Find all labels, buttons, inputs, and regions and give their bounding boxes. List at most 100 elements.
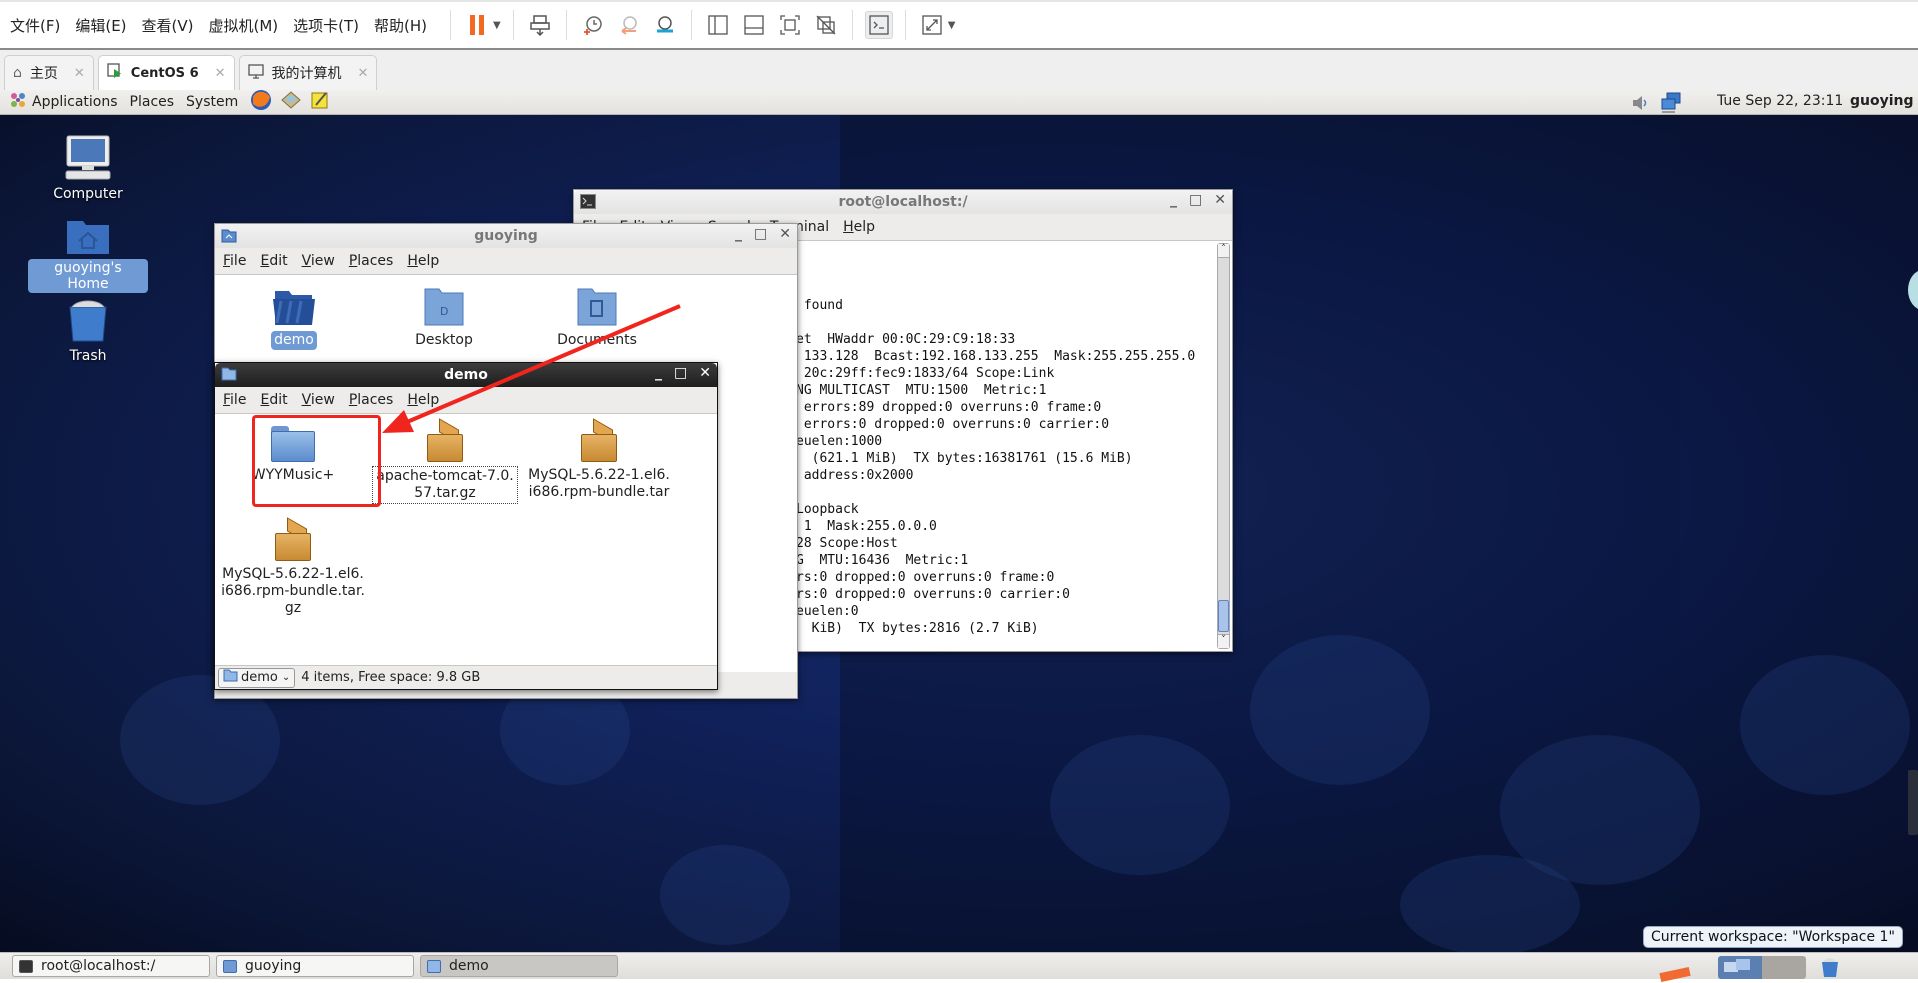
menu-tabs[interactable]: 选项卡(T) [293, 15, 359, 36]
file-item-documents[interactable]: Documents [522, 287, 672, 350]
terminal-line: (621.1 MiB) TX bytes:16381761 (15.6 MiB) [796, 451, 1133, 466]
minimize-icon[interactable]: _ [655, 365, 662, 381]
notes-icon[interactable] [310, 90, 330, 114]
archive-icon [275, 517, 311, 561]
taskbar-item-terminal[interactable]: root@localhost:/ [12, 955, 210, 977]
location-dropdown[interactable]: demo ⌄ [218, 667, 296, 688]
pause-icon[interactable] [463, 11, 491, 39]
maximize-icon[interactable]: □ [674, 365, 687, 381]
scroll-down-icon[interactable]: ˅ [1218, 634, 1229, 648]
workspace-2-button[interactable] [1762, 956, 1806, 979]
menu-places[interactable]: Places [349, 253, 394, 269]
terminal-titlebar[interactable]: root@localhost:/ _ □ ✕ [574, 190, 1232, 214]
guoying-titlebar[interactable]: guoying _ □ ✕ [215, 224, 797, 248]
file-item-label: MySQL-5.6.22-1.el6. i686.rpm-bundle.tar [528, 467, 670, 500]
tab-home[interactable]: ⌂ 主页 ✕ [4, 55, 94, 90]
tab-my-computer[interactable]: 我的计算机 ✕ [238, 55, 378, 90]
file-item-apache-tomcat[interactable]: apache-tomcat-7.0. 57.tar.gz [370, 418, 520, 504]
vmware-menubar: 文件(F) 编辑(E) 查看(V) 虚拟机(M) 选项卡(T) 帮助(H) ▼ … [0, 0, 1918, 50]
desktop-icon-trash[interactable]: Trash [28, 299, 148, 365]
menu-help[interactable]: 帮助(H) [374, 15, 427, 36]
menu-help[interactable]: Help [843, 219, 875, 235]
menu-edit[interactable]: Edit [260, 253, 287, 269]
menu-view[interactable]: 查看(V) [142, 15, 194, 36]
file-item-mysql-tar-gz[interactable]: MySQL-5.6.22-1.el6. i686.rpm-bundle.tar. g… [218, 517, 368, 618]
taskbar-item-demo[interactable]: demo [420, 955, 618, 977]
computer-icon [28, 135, 148, 185]
thumbnail-layout-icon[interactable] [740, 11, 768, 39]
menu-file[interactable]: 文件(F) [10, 15, 60, 36]
workspace-tooltip: Current workspace: "Workspace 1" [1643, 926, 1903, 948]
clock[interactable]: Tue Sep 22, 23:11 [1717, 93, 1843, 109]
system-menu[interactable]: System [186, 94, 238, 110]
menu-file[interactable]: File [223, 392, 246, 408]
wallpaper-bubble [1050, 735, 1230, 875]
terminal-scrollbar[interactable]: ˄ ˅ [1217, 243, 1230, 649]
menu-help[interactable]: Help [407, 392, 439, 408]
scroll-up-icon[interactable]: ˄ [1218, 244, 1229, 258]
taskbar-item-guoying[interactable]: guoying [216, 955, 414, 977]
window-thumbnail-icon [1724, 959, 1750, 972]
places-menu[interactable]: Places [130, 94, 175, 110]
tab-label: CentOS 6 [130, 65, 199, 81]
terminal-line: rs:0 dropped:0 overruns:0 carrier:0 [796, 587, 1070, 602]
file-item-label: Documents [557, 332, 637, 348]
minimize-icon[interactable]: _ [1170, 192, 1177, 208]
menu-edit[interactable]: Edit [260, 392, 287, 408]
file-item-demo[interactable]: demo [219, 287, 369, 350]
tab-centos6[interactable]: CentOS 6 ✕ [97, 55, 235, 90]
trash-applet-icon[interactable] [1820, 957, 1840, 981]
snapshot-take-icon[interactable] [579, 11, 607, 39]
fullscreen-dropdown-caret-icon[interactable]: ▼ [948, 20, 956, 31]
snapshot-manager-icon[interactable] [651, 11, 679, 39]
mail-icon[interactable] [280, 90, 302, 114]
terminal-output: found et HWaddr 00:0C:29:C9:18:33 133.128… [796, 263, 1195, 637]
menu-file[interactable]: File [223, 253, 246, 269]
maximize-icon[interactable]: □ [754, 226, 767, 242]
close-icon[interactable]: ✕ [1214, 192, 1226, 208]
file-item-mysql-tar[interactable]: MySQL-5.6.22-1.el6. i686.rpm-bundle.tar [524, 418, 674, 502]
toolbar-separator [565, 10, 567, 40]
desktop-icon-home[interactable]: guoying's Home [28, 217, 148, 293]
send-ctrl-alt-del-icon[interactable] [526, 11, 554, 39]
menu-vm[interactable]: 虚拟机(M) [209, 15, 279, 36]
tab-label: 我的计算机 [271, 66, 342, 82]
desktop-icon-computer[interactable]: Computer [28, 135, 148, 203]
console-view-icon[interactable] [864, 11, 893, 39]
folder-icon [427, 959, 441, 973]
snapshot-revert-icon[interactable] [615, 11, 643, 39]
firefox-icon[interactable] [250, 89, 272, 115]
unity-off-icon[interactable] [812, 11, 840, 39]
close-icon[interactable]: ✕ [779, 226, 791, 242]
menu-view[interactable]: View [302, 253, 335, 269]
menu-help[interactable]: Help [407, 253, 439, 269]
user-menu[interactable]: guoying [1850, 93, 1914, 109]
volume-icon[interactable] [1630, 94, 1650, 116]
demo-titlebar[interactable]: demo _ □ ✕ [215, 363, 717, 387]
taskbar-label: guoying [245, 958, 302, 974]
status-text: 4 items, Free space: 9.8 GB [301, 670, 481, 685]
sidebar-layout-icon[interactable] [704, 11, 732, 39]
applications-menu[interactable]: Applications [32, 94, 118, 110]
file-item-desktop[interactable]: D Desktop [369, 287, 519, 350]
pause-dropdown-caret-icon[interactable]: ▼ [493, 20, 501, 31]
maximize-icon[interactable]: □ [1189, 192, 1202, 208]
close-tab-icon[interactable]: ✕ [215, 66, 226, 81]
scrollbar-thumb[interactable] [1218, 600, 1229, 632]
menu-places[interactable]: Places [349, 392, 394, 408]
menu-edit[interactable]: 编辑(E) [75, 15, 126, 36]
minimize-icon[interactable]: _ [735, 226, 742, 242]
trash-icon [28, 299, 148, 347]
fit-guest-icon[interactable] [776, 11, 804, 39]
workspace-1-button[interactable] [1718, 956, 1762, 979]
fullscreen-icon[interactable] [918, 11, 946, 39]
location-value: demo [241, 670, 278, 685]
close-icon[interactable]: ✕ [699, 365, 711, 381]
menu-view[interactable]: View [302, 392, 335, 408]
close-tab-icon[interactable]: ✕ [358, 66, 369, 81]
close-tab-icon[interactable]: ✕ [74, 66, 85, 81]
terminal-icon [580, 194, 596, 209]
